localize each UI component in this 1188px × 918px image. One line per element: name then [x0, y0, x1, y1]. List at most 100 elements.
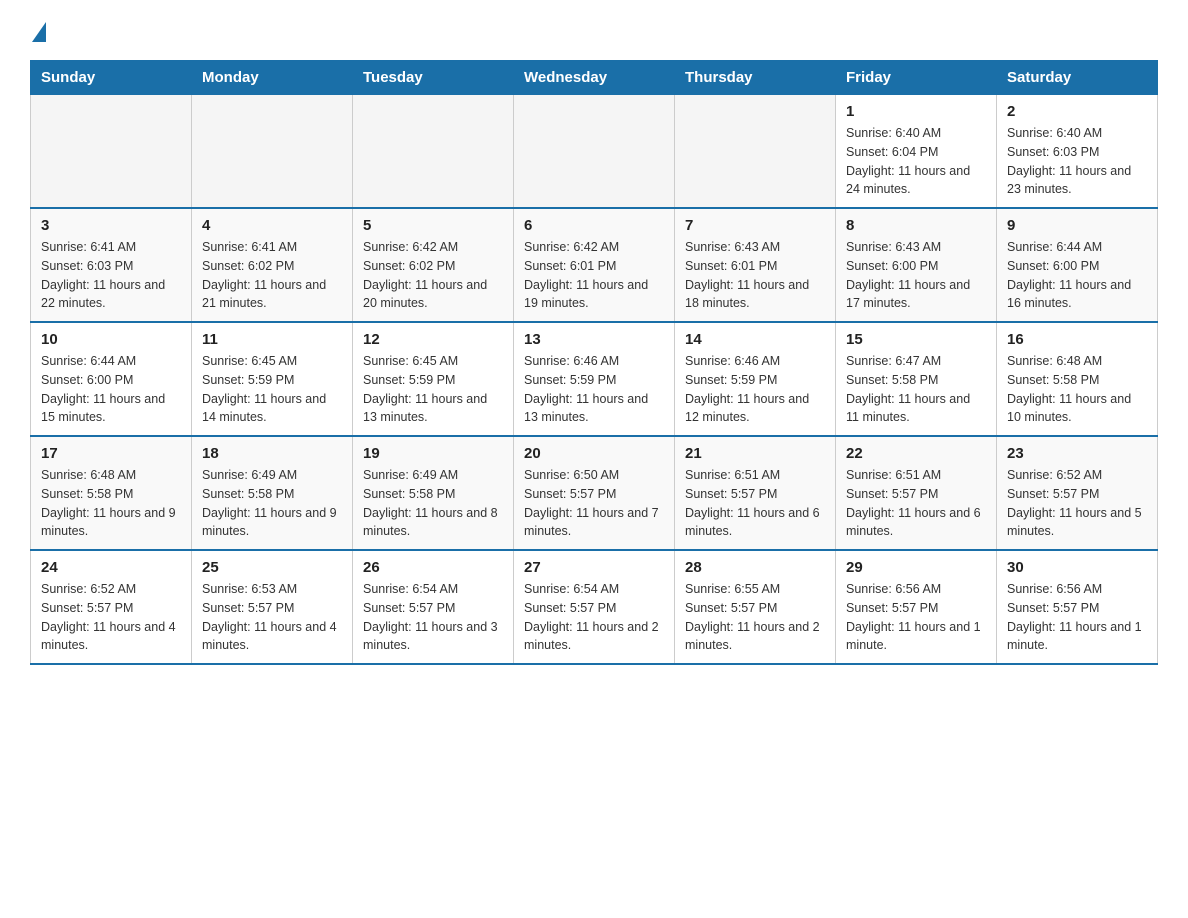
calendar-cell: 18 Sunrise: 6:49 AMSunset: 5:58 PMDayligh… — [192, 436, 353, 550]
day-number: 22 — [846, 445, 986, 462]
day-number: 17 — [41, 445, 181, 462]
week-row-1: 1 Sunrise: 6:40 AMSunset: 6:04 PMDaylight… — [31, 95, 1158, 209]
calendar-cell: 21Sunrise: 6:51 AMSunset: 5:57 PMDayligh… — [675, 436, 836, 550]
column-header-tuesday: Tuesday — [353, 61, 514, 95]
day-number: 8 — [846, 217, 986, 234]
calendar-cell — [675, 95, 836, 209]
day-number: 16 — [1007, 331, 1147, 348]
day-number: 2 — [1007, 103, 1147, 120]
day-info: Sunrise: 6:40 AMSunset: 6:03 PMDaylight:… — [1007, 124, 1147, 199]
day-info: Sunrise: 6:44 AMSunset: 6:00 PMDaylight:… — [41, 352, 181, 427]
day-number: 28 — [685, 559, 825, 576]
column-header-thursday: Thursday — [675, 61, 836, 95]
logo — [30, 20, 50, 42]
day-number: 10 — [41, 331, 181, 348]
calendar-cell: 7Sunrise: 6:43 AMSunset: 6:01 PMDaylight… — [675, 208, 836, 322]
calendar-cell: 4 Sunrise: 6:41 AMSunset: 6:02 PMDaylight… — [192, 208, 353, 322]
column-header-saturday: Saturday — [997, 61, 1158, 95]
day-info: Sunrise: 6:52 AMSunset: 5:57 PMDaylight:… — [41, 580, 181, 655]
day-number: 24 — [41, 559, 181, 576]
calendar-cell: 29Sunrise: 6:56 AMSunset: 5:57 PMDayligh… — [836, 550, 997, 664]
day-info: Sunrise: 6:45 AMSunset: 5:59 PMDaylight:… — [202, 352, 342, 427]
day-info: Sunrise: 6:56 AMSunset: 5:57 PMDaylight:… — [846, 580, 986, 655]
day-info: Sunrise: 6:41 AMSunset: 6:02 PMDaylight:… — [202, 238, 342, 313]
calendar-cell: 23 Sunrise: 6:52 AMSunset: 5:57 PMDayligh… — [997, 436, 1158, 550]
day-number: 5 — [363, 217, 503, 234]
page-header — [30, 20, 1158, 42]
calendar-cell: 12Sunrise: 6:45 AMSunset: 5:59 PMDayligh… — [353, 322, 514, 436]
calendar-cell: 6 Sunrise: 6:42 AMSunset: 6:01 PMDaylight… — [514, 208, 675, 322]
day-number: 12 — [363, 331, 503, 348]
day-number: 18 — [202, 445, 342, 462]
day-info: Sunrise: 6:46 AMSunset: 5:59 PMDaylight:… — [685, 352, 825, 427]
day-info: Sunrise: 6:49 AMSunset: 5:58 PMDaylight:… — [363, 466, 503, 541]
day-number: 26 — [363, 559, 503, 576]
day-number: 30 — [1007, 559, 1147, 576]
day-number: 3 — [41, 217, 181, 234]
day-info: Sunrise: 6:54 AMSunset: 5:57 PMDaylight:… — [363, 580, 503, 655]
day-number: 25 — [202, 559, 342, 576]
day-info: Sunrise: 6:49 AMSunset: 5:58 PMDaylight:… — [202, 466, 342, 541]
day-info: Sunrise: 6:43 AMSunset: 6:00 PMDaylight:… — [846, 238, 986, 313]
column-header-friday: Friday — [836, 61, 997, 95]
calendar-cell: 26 Sunrise: 6:54 AMSunset: 5:57 PMDayligh… — [353, 550, 514, 664]
calendar-cell: 14 Sunrise: 6:46 AMSunset: 5:59 PMDayligh… — [675, 322, 836, 436]
day-info: Sunrise: 6:48 AMSunset: 5:58 PMDaylight:… — [1007, 352, 1147, 427]
day-info: Sunrise: 6:46 AMSunset: 5:59 PMDaylight:… — [524, 352, 664, 427]
calendar-cell — [514, 95, 675, 209]
day-info: Sunrise: 6:42 AMSunset: 6:02 PMDaylight:… — [363, 238, 503, 313]
calendar-cell: 22 Sunrise: 6:51 AMSunset: 5:57 PMDayligh… — [836, 436, 997, 550]
day-info: Sunrise: 6:48 AMSunset: 5:58 PMDaylight:… — [41, 466, 181, 541]
day-info: Sunrise: 6:54 AMSunset: 5:57 PMDaylight:… — [524, 580, 664, 655]
calendar-cell: 1 Sunrise: 6:40 AMSunset: 6:04 PMDaylight… — [836, 95, 997, 209]
calendar-cell: 8 Sunrise: 6:43 AMSunset: 6:00 PMDaylight… — [836, 208, 997, 322]
day-info: Sunrise: 6:42 AMSunset: 6:01 PMDaylight:… — [524, 238, 664, 313]
day-number: 11 — [202, 331, 342, 348]
day-info: Sunrise: 6:47 AMSunset: 5:58 PMDaylight:… — [846, 352, 986, 427]
day-info: Sunrise: 6:53 AMSunset: 5:57 PMDaylight:… — [202, 580, 342, 655]
calendar-cell: 19 Sunrise: 6:49 AMSunset: 5:58 PMDayligh… — [353, 436, 514, 550]
calendar-cell: 24 Sunrise: 6:52 AMSunset: 5:57 PMDayligh… — [31, 550, 192, 664]
day-info: Sunrise: 6:43 AMSunset: 6:01 PMDaylight:… — [685, 238, 825, 313]
day-number: 9 — [1007, 217, 1147, 234]
calendar-cell — [353, 95, 514, 209]
calendar-cell: 27 Sunrise: 6:54 AMSunset: 5:57 PMDayligh… — [514, 550, 675, 664]
calendar-cell: 10 Sunrise: 6:44 AMSunset: 6:00 PMDayligh… — [31, 322, 192, 436]
day-info: Sunrise: 6:44 AMSunset: 6:00 PMDaylight:… — [1007, 238, 1147, 313]
calendar-cell — [31, 95, 192, 209]
calendar-cell: 5 Sunrise: 6:42 AMSunset: 6:02 PMDaylight… — [353, 208, 514, 322]
day-info: Sunrise: 6:40 AMSunset: 6:04 PMDaylight:… — [846, 124, 986, 199]
calendar-cell: 28Sunrise: 6:55 AMSunset: 5:57 PMDayligh… — [675, 550, 836, 664]
day-number: 20 — [524, 445, 664, 462]
day-number: 21 — [685, 445, 825, 462]
column-header-sunday: Sunday — [31, 61, 192, 95]
column-header-monday: Monday — [192, 61, 353, 95]
week-row-3: 10 Sunrise: 6:44 AMSunset: 6:00 PMDayligh… — [31, 322, 1158, 436]
week-row-4: 17 Sunrise: 6:48 AMSunset: 5:58 PMDayligh… — [31, 436, 1158, 550]
calendar-cell: 3 Sunrise: 6:41 AMSunset: 6:03 PMDaylight… — [31, 208, 192, 322]
column-header-wednesday: Wednesday — [514, 61, 675, 95]
day-number: 15 — [846, 331, 986, 348]
day-number: 6 — [524, 217, 664, 234]
calendar-header-row: SundayMondayTuesdayWednesdayThursdayFrid… — [31, 61, 1158, 95]
day-info: Sunrise: 6:52 AMSunset: 5:57 PMDaylight:… — [1007, 466, 1147, 541]
calendar-cell: 30Sunrise: 6:56 AMSunset: 5:57 PMDayligh… — [997, 550, 1158, 664]
calendar-cell: 25 Sunrise: 6:53 AMSunset: 5:57 PMDayligh… — [192, 550, 353, 664]
day-number: 27 — [524, 559, 664, 576]
calendar-cell: 9 Sunrise: 6:44 AMSunset: 6:00 PMDaylight… — [997, 208, 1158, 322]
calendar-cell: 15 Sunrise: 6:47 AMSunset: 5:58 PMDayligh… — [836, 322, 997, 436]
calendar-cell: 16 Sunrise: 6:48 AMSunset: 5:58 PMDayligh… — [997, 322, 1158, 436]
week-row-5: 24 Sunrise: 6:52 AMSunset: 5:57 PMDayligh… — [31, 550, 1158, 664]
day-number: 13 — [524, 331, 664, 348]
day-info: Sunrise: 6:50 AMSunset: 5:57 PMDaylight:… — [524, 466, 664, 541]
day-info: Sunrise: 6:51 AMSunset: 5:57 PMDaylight:… — [846, 466, 986, 541]
week-row-2: 3 Sunrise: 6:41 AMSunset: 6:03 PMDaylight… — [31, 208, 1158, 322]
day-number: 23 — [1007, 445, 1147, 462]
day-number: 19 — [363, 445, 503, 462]
calendar-cell: 20 Sunrise: 6:50 AMSunset: 5:57 PMDayligh… — [514, 436, 675, 550]
day-number: 1 — [846, 103, 986, 120]
day-info: Sunrise: 6:41 AMSunset: 6:03 PMDaylight:… — [41, 238, 181, 313]
calendar-cell: 11 Sunrise: 6:45 AMSunset: 5:59 PMDayligh… — [192, 322, 353, 436]
day-number: 14 — [685, 331, 825, 348]
day-number: 4 — [202, 217, 342, 234]
